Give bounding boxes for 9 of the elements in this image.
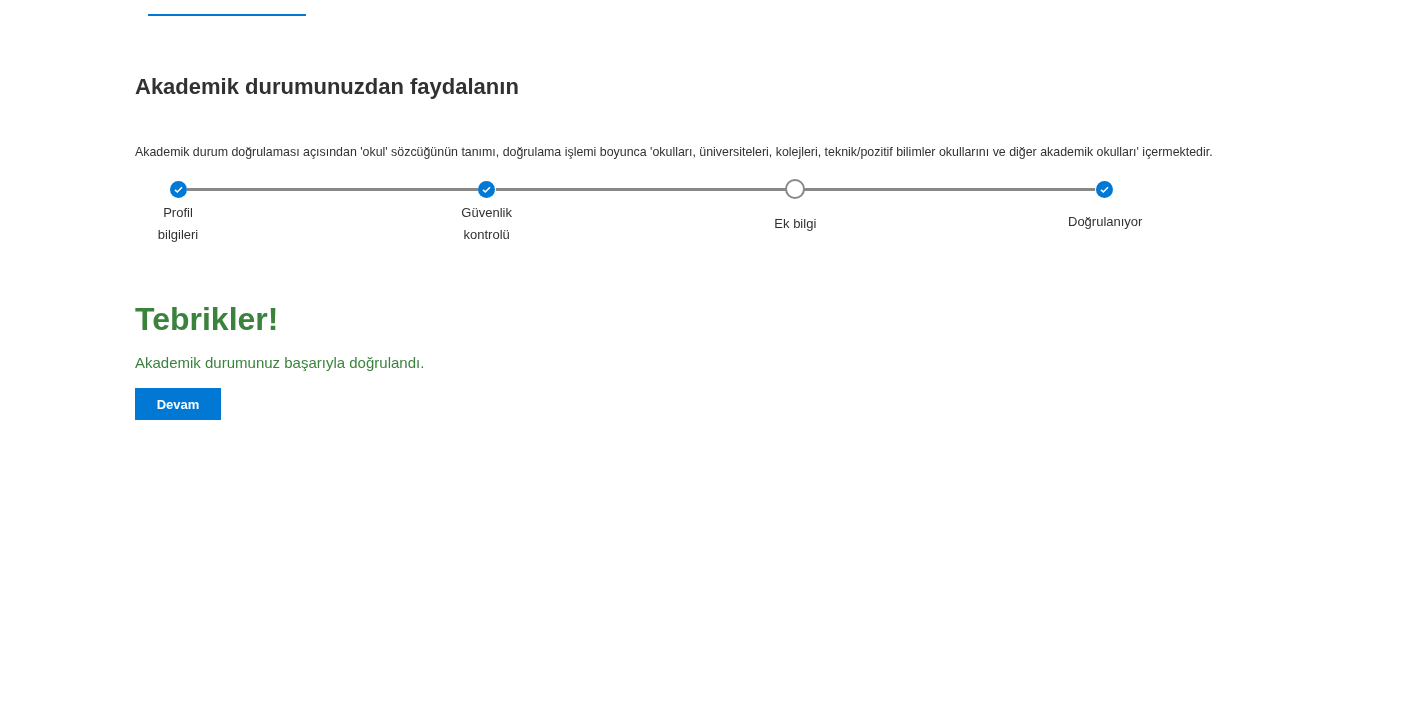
step-label: Doğrulanıyor (1068, 213, 1140, 231)
success-title: Tebrikler! (135, 300, 279, 339)
step-label: Profil bilgileri (156, 204, 200, 244)
description-text: Akademik durum doğrulaması açısından 'okul' sözcüğünün tanımı, doğrulama işlemi boyunca 'okulları, üniversiteleri, kolejleri, teknik/pozitif bilimler okullarını ve diğer akademik okulları' içermektedir. (135, 144, 1213, 160)
continue-button[interactable]: Devam (135, 388, 221, 420)
step-label: Güvenlik kontrolü (460, 204, 513, 244)
success-message: Akademik durumunuz başarıyla doğrulandı. (135, 353, 425, 373)
step-label: Ek bilgi (774, 215, 817, 233)
page-heading: Akademik durumunuzdan faydalanın (135, 73, 519, 101)
